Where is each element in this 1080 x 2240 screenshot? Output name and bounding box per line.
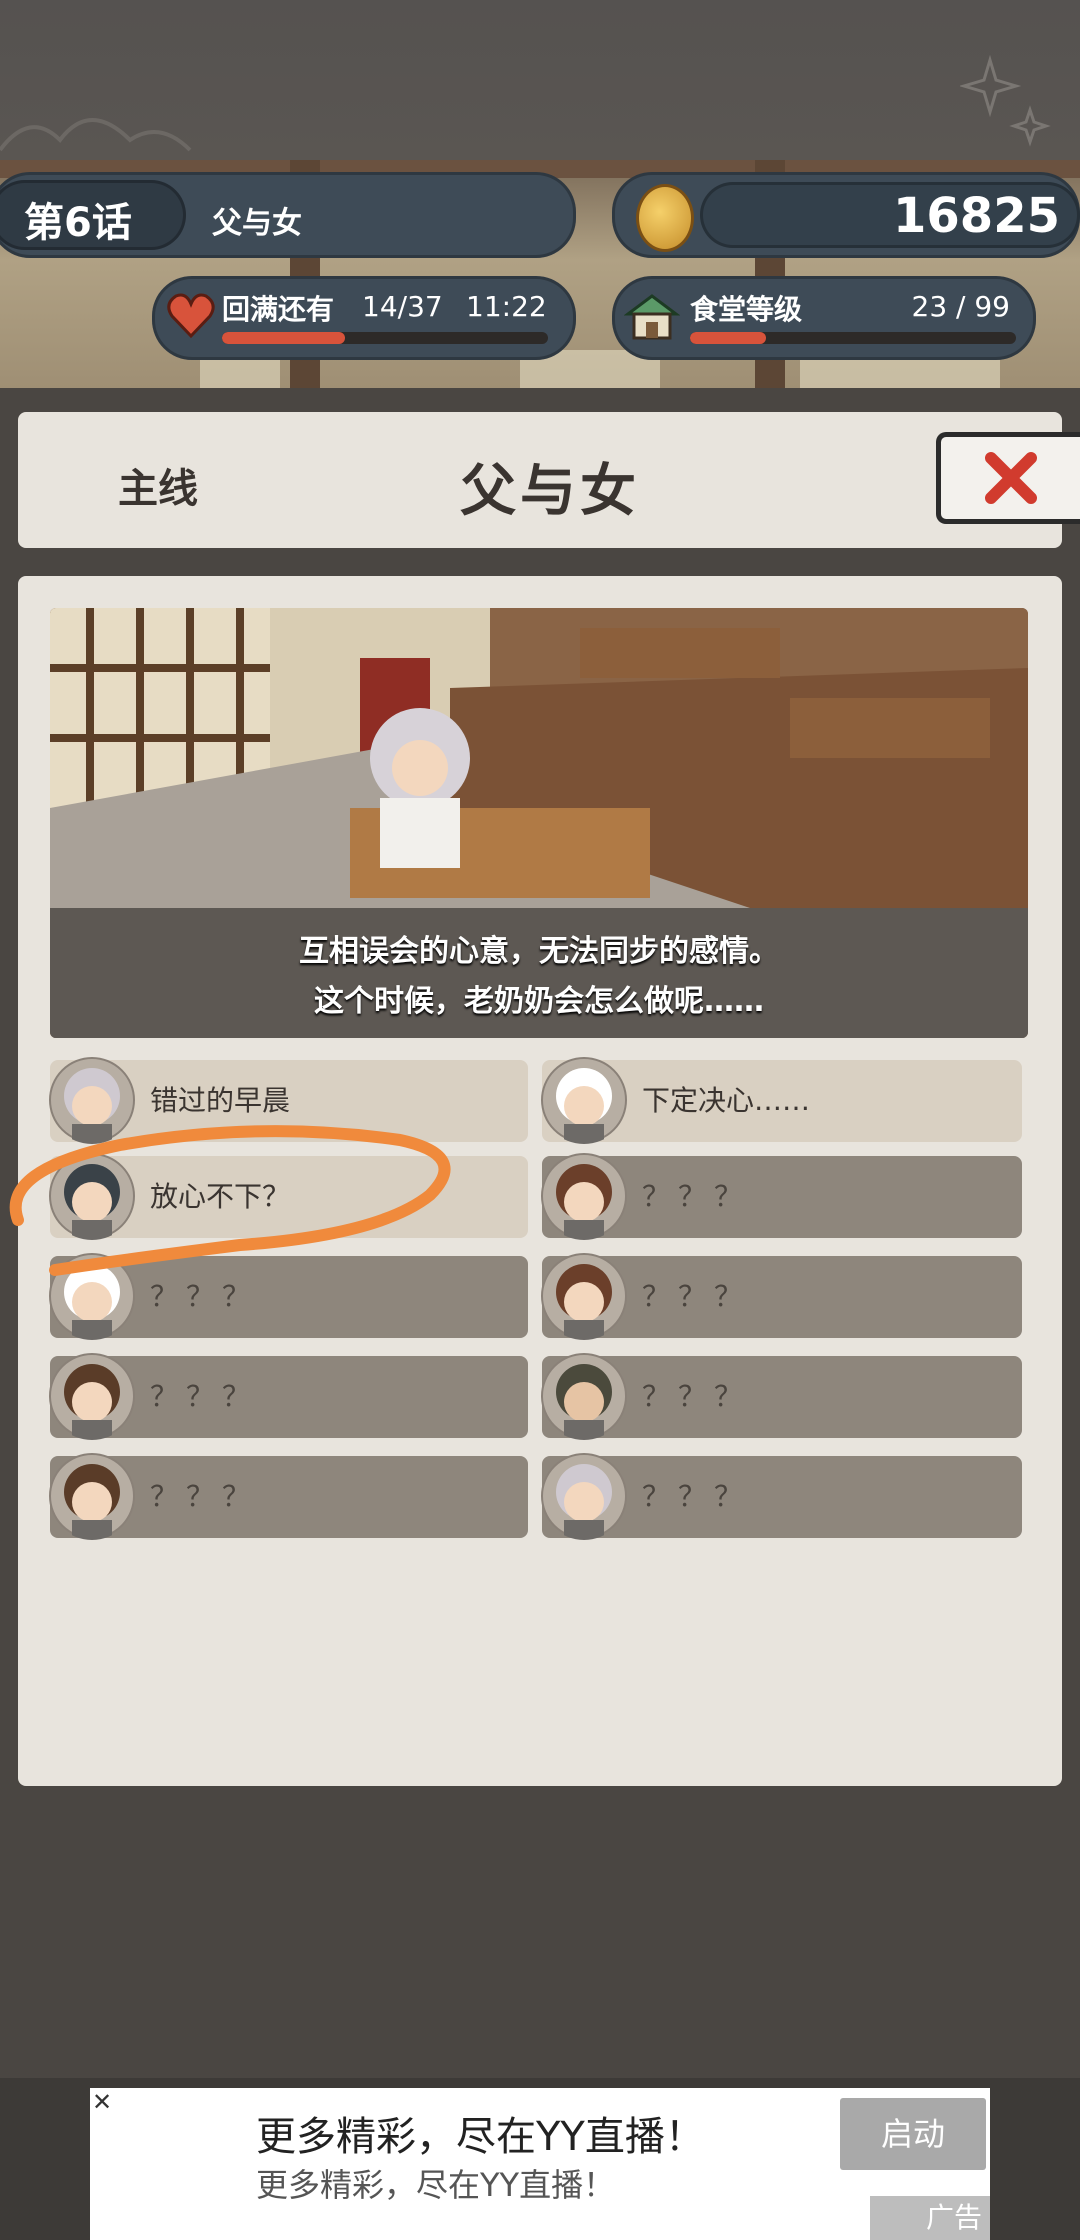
- heart-icon: [167, 293, 215, 339]
- page-title: 父与女: [460, 459, 640, 524]
- episode-label: ？？？: [642, 1380, 751, 1413]
- episode-item[interactable]: ？？？: [541, 1453, 1022, 1540]
- canteen-value: 23 / 99: [911, 290, 1011, 323]
- episode-label: ？？？: [150, 1480, 259, 1513]
- ad-launch-button[interactable]: 启动: [840, 2098, 986, 2170]
- character-avatar-icon: [541, 1453, 627, 1540]
- tab-main-story[interactable]: 主线: [118, 456, 198, 514]
- character-avatar-icon: [541, 1153, 627, 1240]
- episode-item[interactable]: ？？？: [541, 1253, 1022, 1340]
- episode-item[interactable]: 下定决心……: [541, 1057, 1022, 1144]
- hand-drawn-annotation: [9, 1125, 451, 1276]
- close-button[interactable]: [936, 432, 1080, 524]
- character-avatar-icon: [49, 1353, 135, 1440]
- canteen-progress-fill: [690, 332, 766, 344]
- ad-subline: 更多精彩，尽在YY直播！: [256, 2166, 616, 2204]
- close-icon: [984, 452, 1037, 504]
- episode-label: ？？？: [642, 1480, 751, 1513]
- coin-count: 16825: [893, 188, 1060, 244]
- story-scene-image: 互相误会的心意，无法同步的感情。 这个时候，老奶奶会怎么做呢……: [50, 608, 1028, 1038]
- scene-caption-line1: 互相误会的心意，无法同步的感情。: [299, 934, 779, 969]
- ad-tag: 广告: [870, 2196, 990, 2240]
- ad-close-icon[interactable]: ✕: [90, 2090, 114, 2114]
- coin-icon: [636, 184, 694, 252]
- character-avatar-icon: [49, 1453, 135, 1540]
- canteen-label: 食堂等级: [690, 293, 803, 326]
- episode-label: ？？？: [642, 1180, 751, 1213]
- episode-item[interactable]: ？？？: [541, 1153, 1022, 1240]
- chapter-title: 父与女: [212, 206, 302, 241]
- episode-label: ？？？: [150, 1380, 259, 1413]
- scene-caption-line2: 这个时候，老奶奶会怎么做呢……: [314, 984, 764, 1019]
- character-avatar-icon: [541, 1057, 627, 1144]
- episode-item[interactable]: ？？？: [49, 1353, 528, 1440]
- divider: [0, 388, 1080, 412]
- sparkle-icon: [960, 54, 1051, 147]
- cloud-icon: [0, 118, 192, 152]
- house-icon: [624, 294, 680, 340]
- stamina-timer: 11:22: [466, 290, 547, 323]
- stamina-label: 回满还有: [222, 293, 335, 326]
- chapter-label: 第6话: [24, 200, 132, 246]
- episode-label: ？？？: [642, 1280, 751, 1313]
- character-avatar-icon: [541, 1353, 627, 1440]
- ad-headline: 更多精彩，尽在YY直播！: [256, 2114, 705, 2160]
- episode-item[interactable]: ？？？: [541, 1353, 1022, 1440]
- stamina-progress-fill: [222, 332, 346, 344]
- stamina-value: 14/37: [362, 290, 443, 323]
- episode-label: 下定决心……: [642, 1084, 811, 1117]
- canteen-progress-track: [690, 332, 1016, 344]
- stamina-progress-track: [222, 332, 548, 344]
- restaurant-interior-illustration: [50, 608, 1028, 1038]
- episode-item[interactable]: ？？？: [49, 1453, 528, 1540]
- character-avatar-icon: [541, 1253, 627, 1340]
